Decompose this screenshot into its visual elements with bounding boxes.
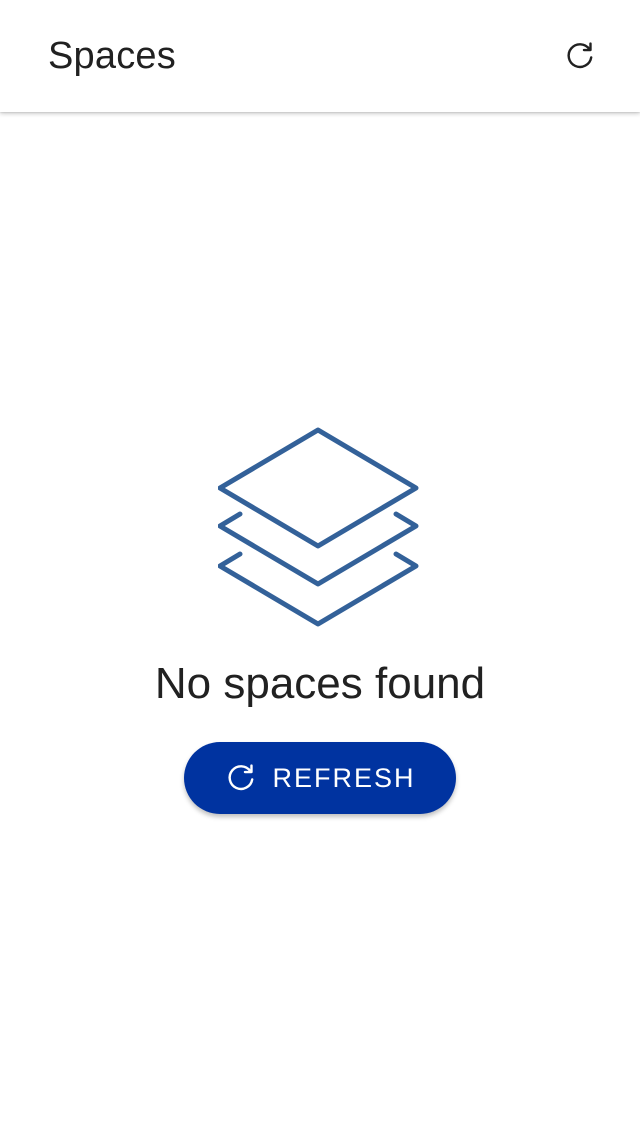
refresh-icon [567, 42, 593, 69]
empty-message: No spaces found [154, 659, 486, 708]
page-title: Spaces [48, 35, 176, 77]
refresh-button-label: REFRESH [272, 763, 416, 793]
empty-state: No spaces found REFRESH [0, 420, 640, 814]
refresh-button[interactable]: REFRESH [184, 742, 456, 814]
layers-icon [218, 427, 419, 627]
spaces-screen: Spaces No spaces found REFRESH [0, 0, 640, 1136]
appbar-refresh-button[interactable] [556, 32, 604, 80]
app-bar: Spaces [0, 0, 640, 112]
refresh-icon [224, 761, 258, 795]
